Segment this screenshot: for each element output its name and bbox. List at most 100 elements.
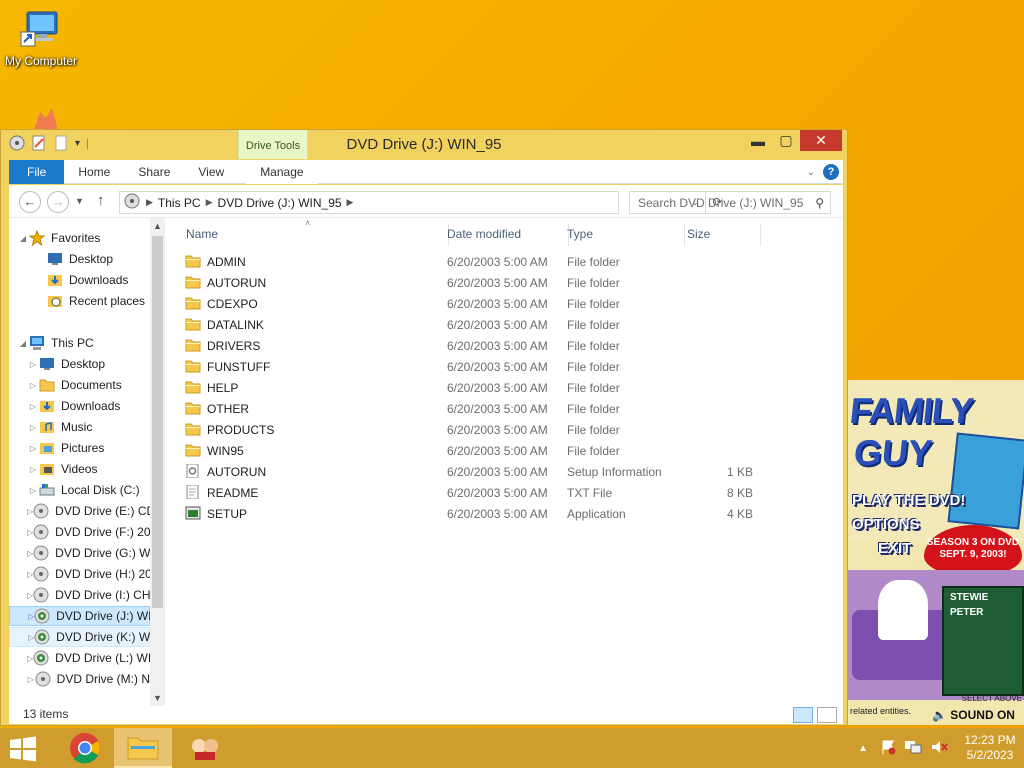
file-row[interactable]: PRODUCTS 6/20/2003 5:00 AM File folder	[183, 419, 783, 440]
network-icon[interactable]	[904, 739, 922, 758]
file-row[interactable]: ADMIN 6/20/2003 5:00 AM File folder	[183, 251, 783, 272]
my-computer-desktop-icon[interactable]: My Computer	[2, 10, 80, 68]
file-row[interactable]: DRIVERS 6/20/2003 5:00 AM File folder	[183, 335, 783, 356]
splash-character-menu[interactable]: STEWIE PETER	[942, 586, 1024, 696]
file-row[interactable]: README 6/20/2003 5:00 AM TXT File 8 KB	[183, 482, 783, 503]
expand-chevron-icon[interactable]: ▷	[27, 444, 39, 453]
tab-home[interactable]: Home	[64, 160, 124, 184]
close-button[interactable]: ✕	[800, 130, 842, 151]
splash-play-option[interactable]: PLAY THE DVD!	[852, 492, 965, 509]
nav-item[interactable]: ▷ DVD Drive (L:) WI	[9, 648, 151, 668]
large-icons-view-button[interactable]	[817, 707, 837, 723]
start-button[interactable]	[8, 736, 40, 762]
clock[interactable]: 12:23 PM 5/2/2023	[956, 733, 1024, 763]
breadcrumb-chevron-icon[interactable]: ▶	[347, 197, 354, 208]
expand-chevron-icon[interactable]: ▷	[27, 465, 39, 474]
nav-item[interactable]: ▷ Music	[9, 417, 150, 437]
column-header-type[interactable]: Type	[567, 224, 685, 246]
nav-item[interactable]: ▷ DVD Drive (F:) 20	[9, 522, 151, 542]
help-icon[interactable]: ?	[823, 164, 839, 180]
navigation-pane[interactable]: ◢ Favorites Desktop Downloads Recent places ◢…	[9, 218, 165, 706]
column-header-size[interactable]: Size	[687, 224, 761, 246]
expand-chevron-icon[interactable]: ▷	[27, 486, 39, 495]
content-area: ◢ Favorites Desktop Downloads Recent places ◢…	[9, 218, 843, 706]
expand-chevron-icon[interactable]: ▷	[27, 675, 35, 684]
file-row[interactable]: FUNSTUFF 6/20/2003 5:00 AM File folder	[183, 356, 783, 377]
nav-item[interactable]: ◢ Favorites	[9, 228, 150, 248]
nav-item[interactable]: ▷ Videos	[9, 459, 150, 479]
family-guy-splash[interactable]: FAMILY GUY PLAY THE DVD! OPTIONS SEASON …	[848, 380, 1024, 725]
file-row[interactable]: SETUP 6/20/2003 5:00 AM Application 4 KB	[183, 503, 783, 524]
nav-item[interactable]: ▷ DVD Drive (M:) N	[9, 669, 150, 689]
action-center-flag-icon[interactable]	[880, 739, 896, 758]
volume-muted-icon[interactable]	[930, 739, 948, 758]
column-header-date[interactable]: Date modified	[447, 224, 569, 246]
file-list[interactable]: Name ˄ Date modified Type Size ADMIN 6/20…	[169, 218, 843, 706]
file-row[interactable]: HELP 6/20/2003 5:00 AM File folder	[183, 377, 783, 398]
minimize-button[interactable]: ▬	[744, 130, 772, 151]
nav-item[interactable]: ▷ Pictures	[9, 438, 150, 458]
search-input[interactable]: Search DVD Drive (J:) WIN_95 ⚲	[629, 191, 831, 214]
breadcrumb-chevron-icon[interactable]: ▶	[206, 197, 213, 208]
file-explorer-taskbar-button[interactable]	[114, 728, 172, 768]
scroll-down-icon[interactable]: ▼	[150, 690, 165, 706]
file-type: File folder	[567, 443, 620, 458]
tab-manage[interactable]: Manage	[246, 159, 318, 184]
expand-chevron-icon[interactable]: ▷	[27, 402, 39, 411]
explorer-window[interactable]: ▾ | Drive Tools DVD Drive (J:) WIN_95 ▬ …	[0, 129, 848, 726]
nav-item[interactable]: ◢ This PC	[9, 333, 150, 353]
nav-item[interactable]: ▷ DVD Drive (H:) 20	[9, 564, 152, 584]
file-row[interactable]: CDEXPO 6/20/2003 5:00 AM File folder	[183, 293, 783, 314]
menu-peter[interactable]: PETER	[950, 607, 1016, 618]
up-button[interactable]: ↑	[97, 192, 105, 209]
partial-desktop-icon[interactable]	[32, 108, 60, 130]
nav-item[interactable]: ▷ Downloads	[9, 396, 150, 416]
nav-item[interactable]: Downloads	[9, 270, 150, 290]
nav-item[interactable]: ▷ Documents	[9, 375, 150, 395]
chrome-taskbar-button[interactable]	[56, 728, 114, 768]
nav-item[interactable]: Desktop	[9, 249, 150, 269]
breadcrumb-this-pc[interactable]: This PC	[158, 196, 201, 210]
address-bar[interactable]: ▶ This PC ▶ DVD Drive (J:) WIN_95 ▶ ⌄ ⟳	[119, 191, 723, 214]
forward-button[interactable]: →	[47, 191, 69, 213]
tab-share[interactable]: Share	[124, 160, 184, 184]
recent-locations-icon[interactable]: ▼	[75, 196, 84, 206]
expand-chevron-icon[interactable]: ◢	[17, 339, 29, 348]
file-row[interactable]: OTHER 6/20/2003 5:00 AM File folder	[183, 398, 783, 419]
scroll-up-icon[interactable]: ▲	[150, 218, 165, 234]
nav-item[interactable]: Recent places	[9, 291, 150, 311]
expand-chevron-icon[interactable]: ◢	[17, 234, 29, 243]
expand-chevron-icon[interactable]: ▷	[27, 423, 39, 432]
search-icon[interactable]: ⚲	[815, 196, 824, 210]
nav-item[interactable]: ▷ Desktop	[9, 354, 150, 374]
nav-item[interactable]: ▷ DVD Drive (E:) CD	[9, 501, 155, 521]
file-row[interactable]: DATALINK 6/20/2003 5:00 AM File folder	[183, 314, 783, 335]
title-bar[interactable]: ▾ | Drive Tools DVD Drive (J:) WIN_95 ▬ …	[1, 130, 847, 159]
nav-item[interactable]: ▷ DVD Drive (K:) W	[9, 627, 150, 647]
expand-chevron-icon[interactable]: ▷	[27, 360, 39, 369]
show-hidden-icons-icon[interactable]: ▲	[858, 743, 868, 754]
tab-view[interactable]: View	[184, 160, 238, 184]
maximize-button[interactable]: ▢	[772, 130, 800, 151]
details-view-button[interactable]	[793, 707, 813, 723]
splash-options-option[interactable]: OPTIONS	[852, 516, 920, 533]
breadcrumb-chevron-icon[interactable]: ▶	[146, 197, 153, 208]
nav-item[interactable]: ▷ DVD Drive (G:) W	[9, 543, 150, 563]
nav-item[interactable]: ▷ DVD Drive (J:) WI	[9, 606, 151, 626]
nav-item[interactable]: ▷ Local Disk (C:)	[9, 480, 150, 500]
breadcrumb-drive[interactable]: DVD Drive (J:) WIN_95	[218, 196, 342, 210]
splash-exit-option[interactable]: EXIT	[878, 540, 911, 557]
file-row[interactable]: AUTORUN 6/20/2003 5:00 AM Setup Informatio…	[183, 461, 783, 482]
menu-stewie[interactable]: STEWIE	[950, 592, 1016, 603]
family-guy-taskbar-button[interactable]	[176, 728, 234, 768]
tab-file[interactable]: File	[9, 159, 65, 184]
back-button[interactable]: ←	[19, 191, 41, 213]
expand-chevron-icon[interactable]: ▷	[27, 381, 39, 390]
nav-item[interactable]: ▷ DVD Drive (I:) CH	[9, 585, 151, 605]
file-row[interactable]: WIN95 6/20/2003 5:00 AM File folder	[183, 440, 783, 461]
nav-pane-scrollbar[interactable]: ▲ ▼	[150, 218, 165, 706]
file-row[interactable]: AUTORUN 6/20/2003 5:00 AM File folder	[183, 272, 783, 293]
expand-ribbon-icon[interactable]: ⌄	[807, 167, 815, 178]
scrollbar-thumb[interactable]	[152, 236, 163, 608]
splash-sound-toggle[interactable]: 🔈 SOUND ON	[932, 708, 1015, 722]
